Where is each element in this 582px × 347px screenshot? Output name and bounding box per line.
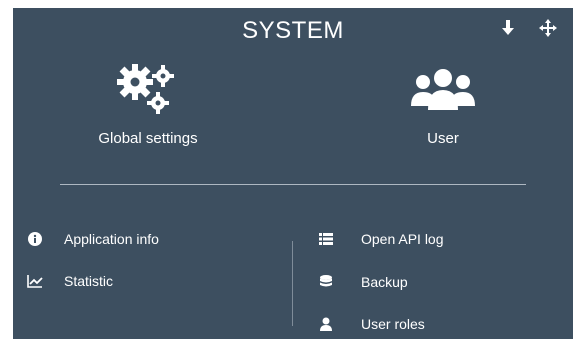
statistic-label: Statistic (64, 273, 114, 289)
global-settings-tile[interactable]: Global settings (48, 62, 248, 162)
horizontal-divider (60, 184, 526, 185)
open-api-log-link[interactable]: Open API log (317, 228, 517, 250)
backup-link[interactable]: Backup (317, 271, 517, 293)
open-api-log-label: Open API log (361, 231, 444, 247)
database-icon (317, 274, 335, 290)
backup-label: Backup (361, 274, 408, 290)
user-roles-label: User roles (361, 316, 425, 332)
info-icon (26, 231, 44, 247)
users-icon (411, 69, 475, 110)
user-label: User (427, 130, 459, 147)
user-roles-link[interactable]: User roles (317, 313, 517, 335)
panel-title: SYSTEM (242, 17, 344, 44)
system-panel: SYSTEM Global settings User Application … (13, 8, 573, 339)
list-icon (317, 231, 335, 247)
user-lock-icon (317, 316, 335, 332)
move-icon[interactable] (539, 19, 557, 42)
gears-icon (117, 64, 174, 114)
user-tile[interactable]: User (343, 62, 543, 162)
vertical-divider (292, 241, 293, 326)
statistic-link[interactable]: Statistic (26, 270, 226, 292)
global-settings-label: Global settings (98, 130, 198, 147)
application-info-label: Application info (64, 231, 159, 247)
application-info-link[interactable]: Application info (26, 228, 226, 250)
line-chart-icon (26, 273, 44, 289)
arrow-down-icon[interactable] (501, 19, 515, 42)
